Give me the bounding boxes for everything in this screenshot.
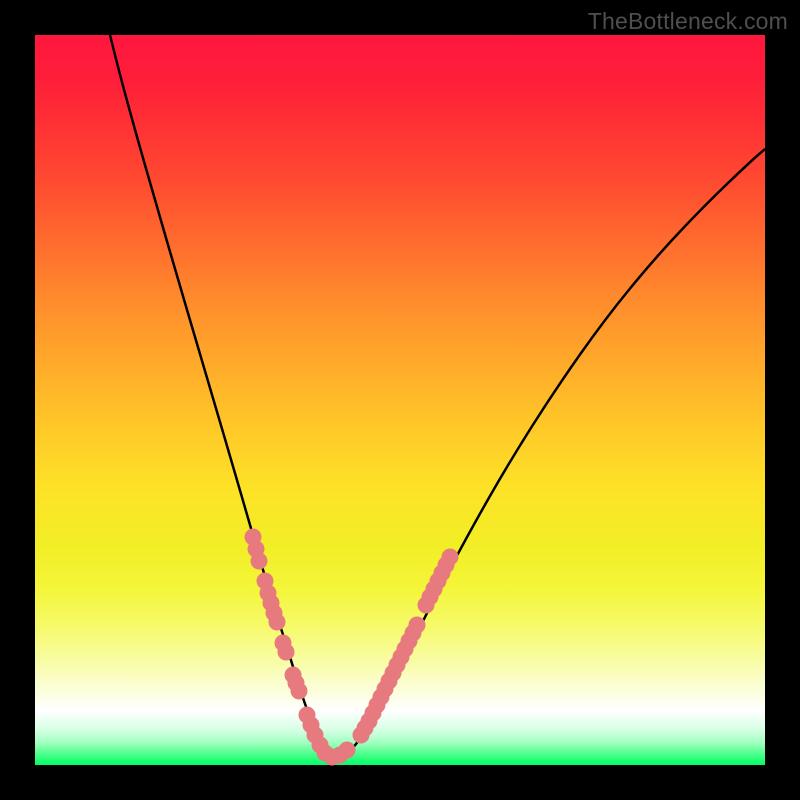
bead-marker xyxy=(339,742,356,759)
bead-marker xyxy=(269,614,286,631)
outer-frame: TheBottleneck.com xyxy=(0,0,800,800)
data-beads xyxy=(245,529,459,766)
bead-marker xyxy=(278,644,295,661)
chart-overlay xyxy=(35,35,765,765)
bead-marker xyxy=(251,553,268,570)
bead-marker xyxy=(442,549,459,566)
watermark-label: TheBottleneck.com xyxy=(588,8,788,35)
bead-marker xyxy=(291,683,308,700)
bead-marker xyxy=(409,617,426,634)
bottleneck-curve xyxy=(110,35,765,757)
